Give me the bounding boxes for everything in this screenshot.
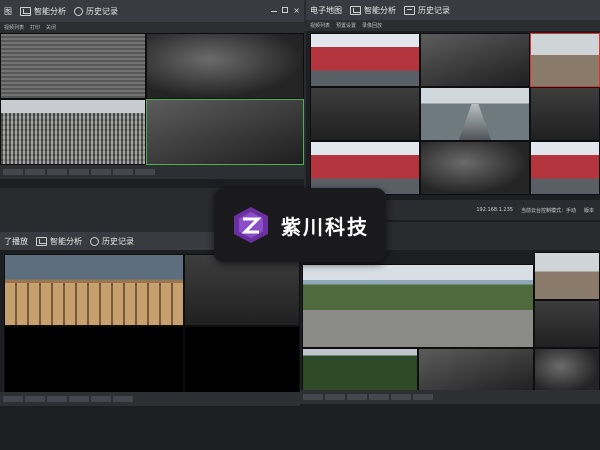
menu-item-emap[interactable]: 电子地图 [310, 5, 342, 16]
bottom-left-bottom-bar [0, 392, 300, 406]
menu-item-map[interactable]: 图 [4, 6, 12, 17]
bottom-tab[interactable] [135, 169, 155, 175]
company-logo-badge: 紫川科技 [214, 188, 386, 262]
hexagon-logo-icon [234, 207, 268, 243]
camera-view-thermal-5[interactable] [534, 348, 600, 394]
chart-icon [36, 236, 47, 246]
camera-view-gray-2[interactable] [530, 87, 600, 141]
company-name: 紫川科技 [281, 214, 369, 239]
ip-address: 192.168.1.235 [476, 207, 513, 213]
bottom-tab[interactable] [113, 396, 133, 402]
top-left-sub-toolbar: 视频列表 打印 关闭 [0, 22, 304, 33]
chart-icon [350, 5, 361, 15]
document-icon [404, 5, 415, 15]
bottom-right-client-window [300, 250, 600, 450]
camera-view-thermal-yard[interactable] [146, 99, 304, 165]
menu-item-playback[interactable]: 了播放 [4, 236, 28, 247]
camera-view-aerial-site[interactable] [302, 264, 534, 348]
camera-view-buildings[interactable] [534, 252, 600, 300]
maximize-icon[interactable] [282, 7, 289, 13]
bottom-tab[interactable] [303, 394, 323, 400]
bottom-tab[interactable] [69, 396, 89, 402]
chart-icon [20, 6, 31, 16]
camera-view-forest[interactable] [302, 348, 418, 394]
sub-label-list[interactable]: 视频列表 [4, 24, 24, 31]
bottom-tab[interactable] [3, 169, 23, 175]
bottom-right-bottom-bar [300, 390, 600, 404]
menu-item-history[interactable]: 历史记录 [404, 5, 450, 16]
camera-view-empty-1[interactable] [4, 326, 184, 398]
top-right-menu-bar: 电子地图 智能分析 历史记录 [306, 0, 600, 20]
bottom-tab[interactable] [325, 394, 345, 400]
bottom-tab[interactable] [69, 169, 89, 175]
bottom-tab[interactable] [413, 394, 433, 400]
sub-label-playback[interactable]: 录像回放 [362, 22, 382, 29]
bottom-tab[interactable] [3, 396, 23, 402]
sub-label-print[interactable]: 打印 [30, 24, 40, 31]
bottom-tab[interactable] [113, 169, 133, 175]
camera-view-car-yard[interactable] [0, 99, 146, 165]
bottom-tab[interactable] [25, 396, 45, 402]
camera-view-thermal[interactable] [146, 33, 304, 99]
bottom-tab[interactable] [369, 394, 389, 400]
camera-view-stadium-1[interactable] [310, 33, 420, 87]
menu-item-history[interactable]: 历史记录 [90, 236, 134, 247]
menu-item-history[interactable]: 历史记录 [74, 6, 118, 17]
bottom-tab[interactable] [47, 169, 67, 175]
bottom-tab[interactable] [347, 394, 367, 400]
camera-view-thermal-2[interactable] [420, 33, 530, 87]
sub-label-close[interactable]: 关闭 [46, 24, 56, 31]
camera-view-corridor[interactable] [420, 87, 530, 141]
bottom-tab[interactable] [91, 169, 111, 175]
sub-label-video-list[interactable]: 视频列表 [310, 22, 330, 29]
clock-icon [74, 6, 83, 16]
bottom-tab[interactable] [47, 396, 67, 402]
camera-view-stadium-3[interactable] [530, 141, 600, 195]
top-right-sub-toolbar: 视频列表 预置设置 录像回放 [306, 20, 600, 31]
bottom-tab[interactable] [391, 394, 411, 400]
camera-view-stadium-2[interactable] [310, 141, 420, 195]
top-left-menu-bar: 图 智能分析 历史记录 × [0, 0, 304, 22]
camera-view-warehouse[interactable] [4, 254, 184, 326]
menu-item-analysis[interactable]: 智能分析 [20, 6, 66, 17]
top-left-client-window: 图 智能分析 历史记录 × 视频列表 打印 关闭 [0, 0, 304, 188]
menu-item-analysis[interactable]: 智能分析 [36, 236, 82, 247]
camera-view-thermal-4[interactable] [418, 348, 534, 394]
menu-item-analysis[interactable]: 智能分析 [350, 5, 396, 16]
camera-view-gray-3[interactable] [534, 300, 600, 348]
ptz-mode: 当前云台控制模式：手动 [520, 207, 576, 214]
clock-icon [90, 236, 99, 246]
camera-view-empty-2[interactable] [184, 326, 300, 398]
close-icon[interactable]: × [293, 7, 300, 15]
bottom-tab[interactable] [91, 396, 111, 402]
bottom-tab[interactable] [25, 169, 45, 175]
camera-view-warehouse-gray[interactable] [184, 254, 300, 326]
camera-view-parking-lot[interactable] [0, 33, 146, 99]
minimize-icon[interactable] [271, 10, 278, 12]
version-label: 版本 [583, 207, 594, 214]
camera-view-alert[interactable] [530, 33, 600, 87]
window-controls: × [271, 7, 300, 15]
bottom-left-client-window: 了播放 智能分析 历史记录 [0, 232, 300, 450]
top-left-bottom-bar [0, 165, 304, 179]
camera-view-gray-1[interactable] [310, 87, 420, 141]
camera-view-thermal-3[interactable] [420, 141, 530, 195]
sub-label-preset[interactable]: 预置设置 [336, 22, 356, 29]
